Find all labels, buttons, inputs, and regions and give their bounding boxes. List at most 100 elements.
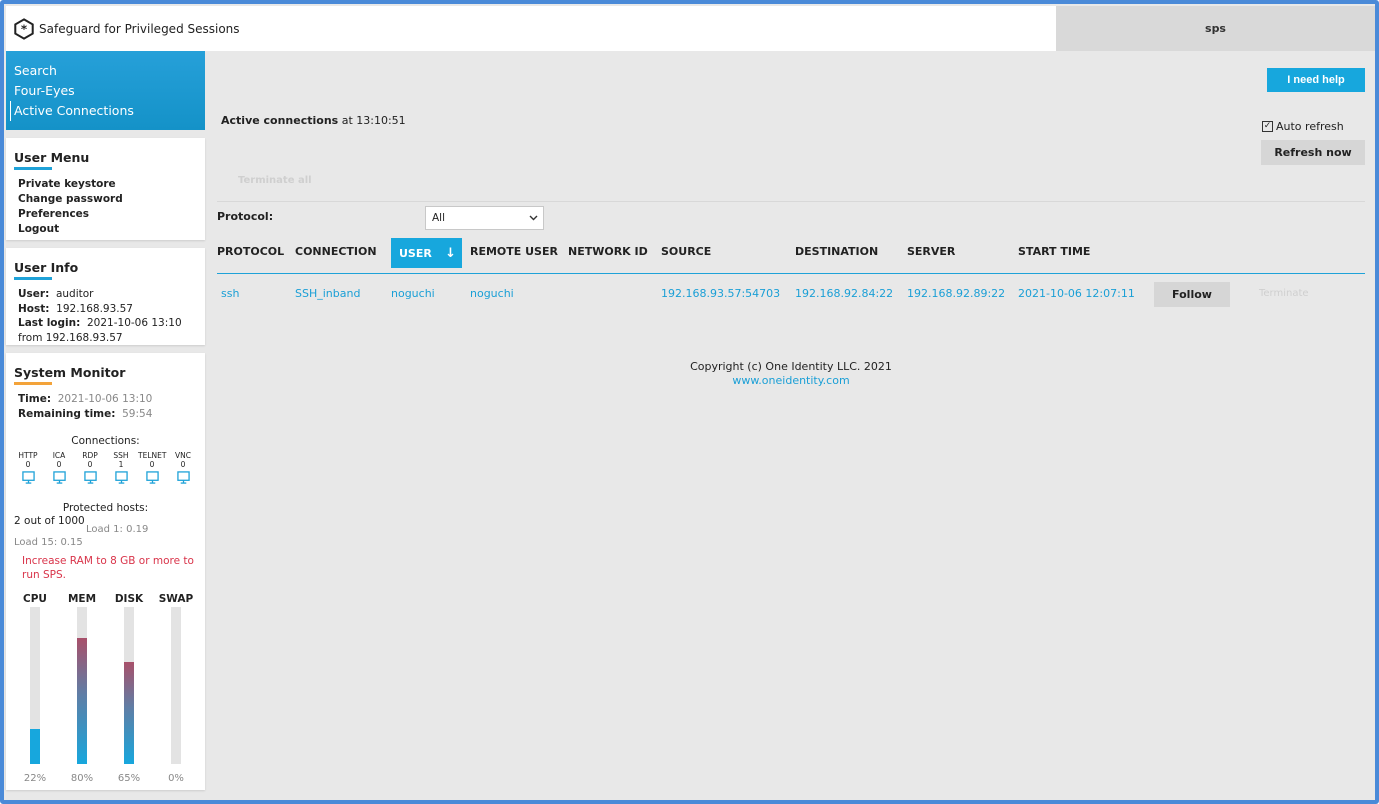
user-info-title: User Info <box>14 260 79 275</box>
nav-item-active-connections[interactable]: Active Connections <box>10 101 205 121</box>
cell-connection[interactable]: SSH_inband <box>295 287 360 300</box>
resource-cpu: CPU 22% <box>23 593 47 784</box>
remaining-value: 59:54 <box>122 407 153 420</box>
host-name: sps <box>1056 6 1375 51</box>
system-monitor-title: System Monitor <box>14 365 126 380</box>
conn-http[interactable]: HTTP 0 <box>14 451 42 486</box>
user-info-panel: User Info User: auditor Host: 192.168.93… <box>6 248 205 345</box>
col-header-start-time[interactable]: START TIME <box>1018 245 1090 265</box>
resource-swap: SWAP 0% <box>158 593 194 784</box>
top-bar: * Safeguard for Privileged Sessions sps <box>4 4 1375 52</box>
connections-title: Connections: <box>71 435 140 447</box>
ram-warning: Increase RAM to 8 GB or more to run SPS. <box>22 555 194 581</box>
nav-item-search[interactable]: Search <box>14 61 205 81</box>
last-login-line: Last login: 2021-10-06 13:10 <box>18 317 182 329</box>
footer: Copyright (c) One Identity LLC. 2021 www… <box>591 360 991 388</box>
mem-bar-track <box>77 607 87 764</box>
time-line: Time: 2021-10-06 13:10 <box>18 393 153 405</box>
conn-ica[interactable]: ICA 0 <box>45 451 73 486</box>
terminate-all-button[interactable]: Terminate all <box>238 175 312 186</box>
svg-text:*: * <box>21 22 27 36</box>
user-line: User: auditor <box>18 288 94 300</box>
cell-user[interactable]: noguchi <box>391 287 435 300</box>
user-menu-title: User Menu <box>14 150 90 165</box>
title-underline <box>14 167 52 170</box>
monitor-icon <box>52 471 66 484</box>
col-header-destination[interactable]: DESTINATION <box>795 245 878 265</box>
user-menu-panel: User Menu Private keystore Change passwo… <box>6 138 205 240</box>
divider <box>217 201 1365 202</box>
cell-source[interactable]: 192.168.93.57:54703 <box>661 287 780 300</box>
conn-rdp[interactable]: RDP 0 <box>76 451 104 486</box>
app-title: Safeguard for Privileged Sessions <box>39 21 240 36</box>
resource-disk: DISK 65% <box>114 593 144 784</box>
menu-private-keystore[interactable]: Private keystore <box>14 177 197 192</box>
last-login-value: 2021-10-06 13:10 <box>87 317 182 329</box>
main-nav: Search Four-Eyes Active Connections <box>6 51 205 130</box>
resource-mem: MEM 80% <box>67 593 97 784</box>
from-line: from 192.168.93.57 <box>18 331 123 344</box>
disk-bar-track <box>124 607 134 764</box>
footer-link[interactable]: www.oneidentity.com <box>591 374 991 388</box>
col-header-source[interactable]: SOURCE <box>661 245 711 265</box>
monitor-icon <box>83 471 97 484</box>
col-header-connection[interactable]: CONNECTION <box>295 245 377 265</box>
connections-grid: HTTP 0 ICA 0 RDP 0 SSH 1 TELNET 0 VNC 0 <box>14 451 197 486</box>
monitor-icon <box>21 471 35 484</box>
app-window: * Safeguard for Privileged Sessions sps … <box>0 0 1379 804</box>
conn-vnc[interactable]: VNC 0 <box>169 451 197 486</box>
terminate-button[interactable]: Terminate <box>1259 288 1309 299</box>
host-line: Host: 192.168.93.57 <box>18 302 133 315</box>
user-value: auditor <box>55 288 94 300</box>
cell-server[interactable]: 192.168.92.89:22 <box>907 287 1005 300</box>
title-underline <box>14 382 52 385</box>
col-header-user[interactable]: USER ↓ <box>391 238 462 268</box>
follow-button[interactable]: Follow <box>1154 282 1230 307</box>
cpu-bar-track <box>30 607 40 764</box>
cell-remote-user[interactable]: noguchi <box>470 287 514 300</box>
system-monitor-panel: System Monitor Time: 2021-10-06 13:10 Re… <box>6 353 205 790</box>
load15: Load 15: 0.15 <box>14 537 83 548</box>
auto-refresh-label: Auto refresh <box>1276 120 1344 133</box>
time-value: 2021-10-06 13:10 <box>57 393 153 405</box>
swap-bar-track <box>171 607 181 764</box>
monitor-icon <box>114 471 128 484</box>
col-header-protocol[interactable]: PROTOCOL <box>217 245 284 265</box>
brand[interactable]: * Safeguard for Privileged Sessions <box>6 6 1056 51</box>
sort-down-icon: ↓ <box>445 245 456 261</box>
help-button[interactable]: I need help <box>1267 68 1365 92</box>
chevron-down-icon <box>529 215 538 221</box>
col-header-remote-user[interactable]: REMOTE USER <box>470 245 558 265</box>
cpu-bar-fill <box>30 729 40 764</box>
menu-change-password[interactable]: Change password <box>14 192 197 207</box>
host-value: 192.168.93.57 <box>56 302 133 315</box>
menu-preferences[interactable]: Preferences <box>14 207 197 222</box>
copyright: Copyright (c) One Identity LLC. 2021 <box>690 360 892 373</box>
resource-bars: CPU 22% MEM 80% DISK 65% SWAP 0% <box>14 593 197 784</box>
conn-ssh[interactable]: SSH 1 <box>107 451 135 486</box>
checkbox-checked-icon[interactable]: ✓ <box>1262 121 1273 132</box>
logo-icon: * <box>14 17 34 40</box>
menu-logout[interactable]: Logout <box>14 222 197 237</box>
page-title: Active connections at 13:10:51 <box>221 114 406 127</box>
conn-telnet[interactable]: TELNET 0 <box>138 451 166 486</box>
monitor-icon <box>145 471 159 484</box>
table-header-divider <box>217 273 1365 274</box>
protocol-select-value: All <box>432 212 446 224</box>
cell-destination[interactable]: 192.168.92.84:22 <box>795 287 893 300</box>
cell-protocol[interactable]: ssh <box>221 287 239 300</box>
col-header-server[interactable]: SERVER <box>907 245 955 265</box>
col-header-network-id[interactable]: NETWORK ID <box>568 245 648 265</box>
auto-refresh-toggle[interactable]: ✓ Auto refresh <box>1262 120 1344 133</box>
disk-bar-fill <box>124 661 134 764</box>
col-header-user-label: USER <box>399 246 432 260</box>
protected-hosts-title: Protected hosts: <box>62 502 149 514</box>
protocol-select[interactable]: All <box>425 206 544 230</box>
refresh-now-button[interactable]: Refresh now <box>1261 140 1365 165</box>
mem-bar-fill <box>77 638 87 764</box>
protocol-label: Protocol: <box>217 210 274 223</box>
remaining-line: Remaining time: 59:54 <box>18 407 153 420</box>
title-underline <box>14 277 52 280</box>
nav-item-four-eyes[interactable]: Four-Eyes <box>14 81 205 101</box>
cell-start-time[interactable]: 2021-10-06 12:07:11 <box>1018 287 1135 300</box>
